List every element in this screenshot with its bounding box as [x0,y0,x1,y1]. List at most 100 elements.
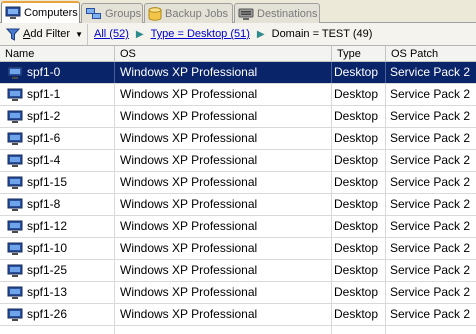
cell-type: Desktop [332,84,386,105]
table-row[interactable]: spf1-15 Windows XP Professional Desktop Ser… [0,172,476,194]
table-row[interactable]: spf1-25 Windows XP Professional Desktop Ser… [0,260,476,282]
computer-icon [7,154,23,171]
table-row[interactable]: spf1-0 Windows XP Professional Desktop Serv… [0,62,476,84]
cell-name: spf1-0 [0,62,115,83]
computer-icon [7,286,23,303]
cell-name: spf1-8 [0,194,115,215]
computer-icon [7,132,23,149]
table-row[interactable]: spf1-26 Windows XP Professional Desktop Ser… [0,304,476,326]
cell-type: Desktop [332,150,386,171]
table-row[interactable] [0,326,476,334]
tab-destinations[interactable]: Destinations [234,3,320,23]
destinations-icon [238,7,254,21]
tab-label: Computers [24,7,78,19]
column-header-os-patch[interactable]: OS Patch [386,46,476,62]
cell-name: spf1-10 [0,238,115,259]
computer-name: spf1-25 [27,263,68,277]
cell-os [115,326,332,334]
tab-computers[interactable]: Computers [1,1,80,23]
computer-name: spf1-8 [27,197,61,211]
cell-os-patch: Service Pack 2 [390,65,471,79]
cell-type: Desktop [332,216,386,237]
add-filter-button[interactable]: Add Filter ▼ [0,23,89,45]
cell-os: Windows XP Professional [115,172,332,193]
computer-icon [7,176,23,193]
computer-icon [7,242,23,259]
tab-label: Backup Jobs [165,7,228,20]
cell-type: Desktop [332,172,386,193]
chevron-down-icon: ▼ [75,29,84,39]
cell-type [332,326,386,334]
breadcrumb-domain-test: Domain = TEST (49) [271,28,373,40]
cell-name: spf1-1 [0,84,115,105]
cell-name: spf1-13 [0,282,115,303]
filter-bar: Add Filter ▼ All (52) ▶ Type = Desktop (… [0,23,476,46]
cell-os: Windows XP Professional [115,304,332,325]
computer-icon [7,308,23,325]
cell-os: Windows XP Professional [115,106,332,127]
cell-name: spf1-26 [0,304,115,325]
computer-name: spf1-13 [27,285,68,299]
tab-groups[interactable]: Groups [81,3,143,23]
cell-type: Desktop [332,128,386,149]
cell-os: Windows XP Professional [115,84,332,105]
computer-icon [7,88,23,105]
table-body: spf1-0 Windows XP Professional Desktop Serv… [0,62,476,334]
computer-name: spf1-26 [27,307,68,321]
cell-os: Windows XP Professional [115,238,332,259]
computer-name: spf1-10 [27,241,68,255]
computer-name: spf1-1 [27,87,61,101]
computer-icon [5,6,21,20]
computers-table: Name OS Type OS Patch spf1-0 Windows XP P… [0,46,476,334]
cell-name: spf1-6 [0,128,115,149]
filter-icon [6,28,20,41]
cell-os-patch: Service Pack 2 [390,109,471,123]
cell-name [0,326,115,334]
table-row[interactable]: spf1-10 Windows XP Professional Desktop Ser… [0,238,476,260]
tab-label: Groups [105,7,142,20]
cell-os: Windows XP Professional [115,128,332,149]
cell-os-patch: Service Pack 2 [390,219,471,233]
table-row[interactable]: spf1-13 Windows XP Professional Desktop Ser… [0,282,476,304]
cell-os: Windows XP Professional [115,62,332,83]
cell-os: Windows XP Professional [115,260,332,281]
groups-icon [85,7,102,21]
cell-os: Windows XP Professional [115,150,332,171]
computer-name: spf1-15 [27,175,68,189]
column-header-os[interactable]: OS [115,46,332,62]
computer-icon [7,220,23,237]
cell-os: Windows XP Professional [115,216,332,237]
table-row[interactable]: spf1-2 Windows XP Professional Desktop Serv… [0,106,476,128]
column-header-name[interactable]: Name [0,46,115,62]
tab-bar: Computers Groups Backup Jobs Destination… [0,0,476,23]
cell-name: spf1-4 [0,150,115,171]
breadcrumb-all[interactable]: All (52) [94,28,129,40]
cell-os-patch: Service Pack 2 [390,153,471,167]
cell-type: Desktop [332,260,386,281]
tab-backup-jobs[interactable]: Backup Jobs [144,3,233,23]
table-row[interactable]: spf1-8 Windows XP Professional Desktop Serv… [0,194,476,216]
table-row[interactable]: spf1-4 Windows XP Professional Desktop Serv… [0,150,476,172]
cell-os-patch: Service Pack 2 [390,197,471,211]
cell-os-patch: Service Pack 2 [390,131,471,145]
cell-os-patch: Service Pack 2 [390,241,471,255]
breadcrumb-type-desktop[interactable]: Type = Desktop (51) [151,28,250,40]
tab-label: Destinations [257,7,318,20]
cell-type: Desktop [332,62,386,83]
table-row[interactable]: spf1-6 Windows XP Professional Desktop Serv… [0,128,476,150]
column-header-type[interactable]: Type [332,46,386,62]
cell-type: Desktop [332,282,386,303]
computer-name: spf1-12 [27,219,68,233]
cell-os-patch: Service Pack 2 [390,175,471,189]
table-row[interactable]: spf1-1 Windows XP Professional Desktop Serv… [0,84,476,106]
computer-name: spf1-4 [27,153,61,167]
table-row[interactable]: spf1-12 Windows XP Professional Desktop Ser… [0,216,476,238]
breadcrumb-separator-icon: ▶ [135,28,144,40]
cell-name: spf1-12 [0,216,115,237]
cell-os-patch: Service Pack 2 [390,263,471,277]
computer-icon [7,66,23,83]
cell-os: Windows XP Professional [115,282,332,303]
add-filter-label: Add Filter [23,28,71,40]
breadcrumb-separator-icon: ▶ [256,28,265,40]
cell-type: Desktop [332,194,386,215]
